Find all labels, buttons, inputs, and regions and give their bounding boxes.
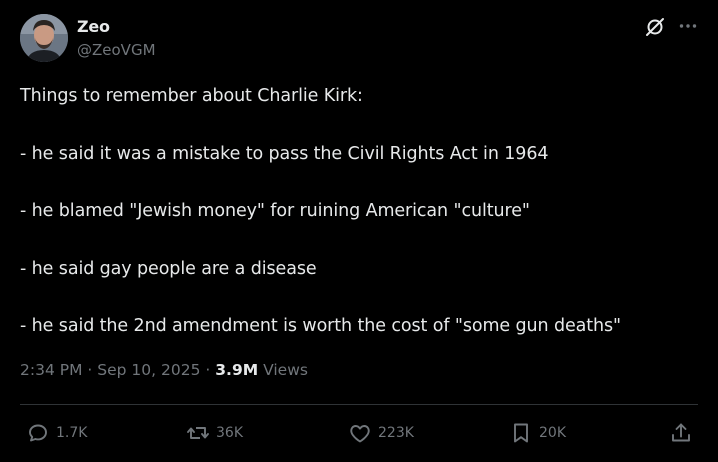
reply-icon bbox=[29, 424, 47, 442]
like-icon bbox=[350, 425, 370, 443]
tweet: Zeo @ZeoVGM Things to remember about Cha… bbox=[0, 0, 718, 462]
post-meta: 2:34 PM · Sep 10, 2025 · 3.9M Views bbox=[20, 361, 308, 379]
author-name[interactable]: Zeo bbox=[77, 17, 110, 36]
meta-separator: · bbox=[205, 361, 211, 379]
bookmark-button[interactable]: 20K bbox=[509, 421, 566, 445]
post-time[interactable]: 2:34 PM bbox=[20, 361, 82, 379]
repost-button[interactable]: 36K bbox=[186, 421, 243, 445]
post-date[interactable]: Sep 10, 2025 bbox=[97, 361, 200, 379]
share-button[interactable] bbox=[669, 421, 693, 445]
more-icon[interactable] bbox=[678, 16, 698, 36]
meta-separator: · bbox=[87, 361, 93, 379]
reply-button[interactable]: 1.7K bbox=[26, 421, 87, 445]
post-text: Things to remember about Charlie Kirk: -… bbox=[20, 86, 621, 336]
like-button[interactable]: 223K bbox=[348, 421, 414, 445]
share-icon bbox=[672, 423, 690, 442]
views-label: Views bbox=[263, 361, 308, 379]
avatar-image bbox=[20, 14, 68, 62]
grok-icon[interactable] bbox=[644, 16, 666, 38]
like-count: 223K bbox=[378, 425, 414, 441]
repost-count: 36K bbox=[216, 425, 243, 441]
divider bbox=[20, 404, 698, 405]
avatar[interactable] bbox=[20, 14, 68, 62]
bookmark-count: 20K bbox=[539, 425, 566, 441]
retweet-icon bbox=[187, 427, 209, 439]
reply-count: 1.7K bbox=[56, 425, 88, 441]
views-count[interactable]: 3.9M bbox=[215, 361, 258, 379]
author-handle[interactable]: @ZeoVGM bbox=[77, 41, 156, 59]
bookmark-icon bbox=[514, 423, 528, 443]
